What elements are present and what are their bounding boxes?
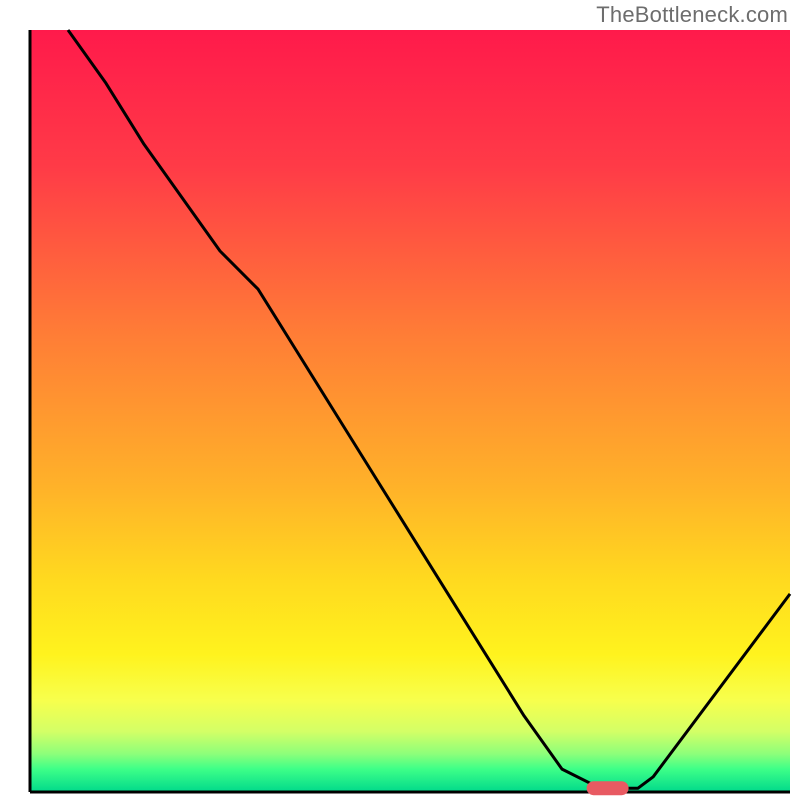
chart-stage: TheBottleneck.com: [0, 0, 800, 800]
minimum-marker: [587, 781, 629, 795]
bottleneck-chart: [0, 0, 800, 800]
